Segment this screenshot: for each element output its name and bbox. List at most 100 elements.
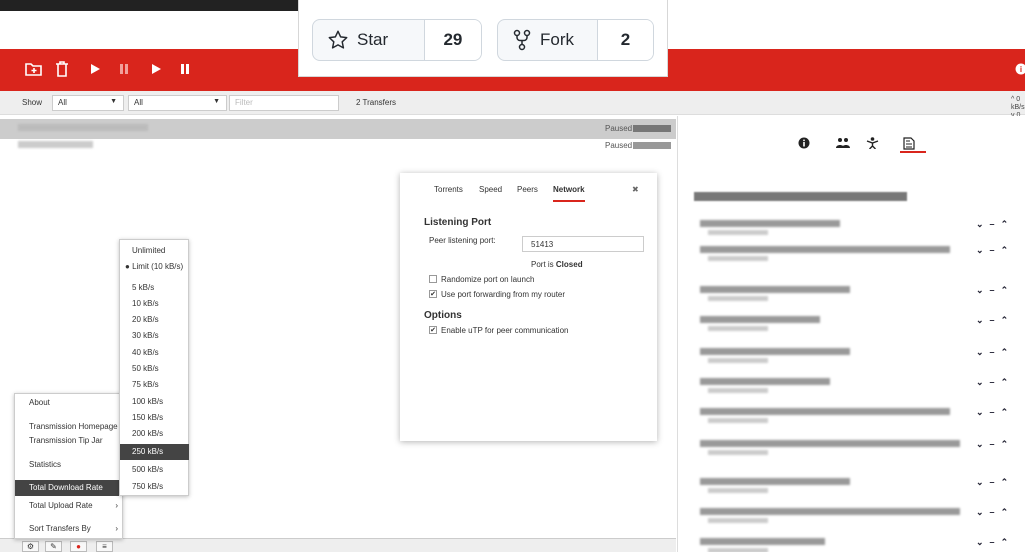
tab-speed[interactable]: Speed [479,185,502,194]
file-row[interactable]: ⌄ – ⌃ [700,439,1020,464]
file-row[interactable]: ⌄ – ⌃ [700,219,1020,244]
chevron-up-icon[interactable]: ⌃ [1001,245,1009,259]
chevron-up-icon[interactable]: ⌃ [1001,439,1009,453]
trackers-tab-icon[interactable] [866,137,879,149]
minus-icon[interactable]: – [990,219,995,233]
tracker-filter-select[interactable]: All ▼ [128,95,227,111]
rate-option[interactable]: 10 kB/s [120,296,189,312]
chevron-down-icon[interactable]: ⌄ [976,315,984,329]
chevron-down-icon[interactable]: ⌄ [976,407,984,421]
rate-option-limit[interactable]: ● Limit (10 kB/s) [120,259,189,275]
fork-count[interactable]: 2 [596,20,653,60]
chevron-down-icon[interactable]: ⌄ [976,285,984,299]
menu-item-total-upload-rate[interactable]: Total Upload Rate › [15,498,123,514]
chevron-up-icon[interactable]: ⌃ [1001,347,1009,361]
rate-option[interactable]: 40 kB/s [120,345,189,361]
menu-item-statistics[interactable]: Statistics [15,457,123,473]
minus-icon[interactable]: – [990,537,995,551]
peers-tab-icon[interactable] [836,137,850,149]
info-icon[interactable]: i [1015,63,1025,75]
rate-option-unlimited[interactable]: Unlimited [120,243,189,259]
close-icon[interactable]: ✖ [632,185,639,194]
minus-icon[interactable]: – [990,439,995,453]
rate-option[interactable]: 75 kB/s [120,377,189,393]
info-tab-icon[interactable] [798,137,810,149]
pause-all-icon[interactable] [180,63,190,75]
rate-option[interactable]: 500 kB/s [120,462,189,478]
tab-torrents[interactable]: Torrents [434,185,463,194]
start-all-icon[interactable] [151,63,162,75]
chevron-down-icon[interactable]: ⌄ [976,347,984,361]
chevron-down-icon[interactable]: ⌄ [976,507,984,521]
minus-icon[interactable]: – [990,245,995,259]
file-row[interactable]: ⌄ – ⌃ [700,245,1020,270]
minus-icon[interactable]: – [990,477,995,491]
chevron-up-icon[interactable]: ⌃ [1001,537,1009,551]
tab-peers[interactable]: Peers [517,185,538,194]
chevron-up-icon[interactable]: ⌃ [1001,507,1009,521]
port-forwarding-checkbox[interactable]: ✔ [429,290,437,298]
chevron-up-icon[interactable]: ⌃ [1001,407,1009,421]
minus-icon[interactable]: – [990,285,995,299]
remove-torrent-icon[interactable] [55,61,69,77]
chevron-down-icon[interactable]: ⌄ [976,245,984,259]
rate-option[interactable]: 200 kB/s [120,426,189,442]
wrench-icon[interactable]: ✎ [45,541,62,552]
rate-option[interactable]: 5 kB/s [120,280,189,296]
files-tab-icon[interactable] [903,137,915,150]
chevron-up-icon[interactable]: ⌃ [1001,285,1009,299]
minus-icon[interactable]: – [990,315,995,329]
chevron-down-icon[interactable]: ⌄ [976,377,984,391]
chevron-down-icon[interactable]: ⌄ [976,477,984,491]
menu-item-sort-transfers[interactable]: Sort Transfers By › [15,521,123,537]
minus-icon[interactable]: – [990,377,995,391]
menu-item-total-download-rate[interactable]: Total Download Rate [15,480,123,496]
minus-icon[interactable]: – [990,507,995,521]
tab-network[interactable]: Network [553,185,585,202]
rate-option[interactable]: 100 kB/s [120,394,189,410]
filter-input[interactable]: Filter [229,95,339,111]
chevron-down-icon[interactable]: ⌄ [976,537,984,551]
star-button[interactable]: Star 29 [312,19,482,61]
star-count[interactable]: 29 [423,20,481,60]
torrent-row[interactable]: Paused [0,136,676,156]
file-row[interactable]: ⌄ – ⌃ [700,315,1022,340]
open-torrent-icon[interactable] [25,61,43,77]
rate-option[interactable]: 150 kB/s [120,410,189,426]
minus-icon[interactable]: – [990,347,995,361]
minus-icon[interactable]: – [990,407,995,421]
chevron-up-icon[interactable]: ⌃ [1001,477,1009,491]
chevron-up-icon[interactable]: ⌃ [1001,377,1009,391]
gear-icon[interactable]: ⚙ [22,541,39,552]
file-row[interactable]: ⌄ – ⌃ [700,285,1020,310]
utp-checkbox[interactable]: ✔ [429,326,437,334]
rate-option[interactable]: 20 kB/s [120,312,189,328]
file-row[interactable]: ⌄ – ⌃ [700,407,1020,432]
chevron-down-icon[interactable]: ⌄ [976,439,984,453]
chevron-up-icon[interactable]: ⌃ [1001,219,1009,233]
status-filter-select[interactable]: All ▼ [52,95,124,111]
file-priority-controls: ⌄ – ⌃ [976,315,1022,329]
file-details-blurred [708,488,768,493]
peer-port-input[interactable]: 51413 [522,236,644,252]
file-row[interactable]: ⌄ – ⌃ [700,347,1020,372]
fork-button[interactable]: Fork 2 [497,19,654,61]
start-icon[interactable] [90,63,101,75]
chevron-down-icon[interactable]: ⌄ [976,219,984,233]
pause-icon[interactable] [119,63,129,75]
turtle-icon[interactable]: ● [70,541,87,552]
randomize-port-checkbox[interactable] [429,275,437,283]
file-row[interactable]: ⌄ – ⌃ [700,507,1020,532]
chevron-up-icon[interactable]: ⌃ [1001,315,1009,329]
file-row[interactable]: ⌄ – ⌃ [700,537,1020,552]
file-row[interactable]: ⌄ – ⌃ [700,377,1020,402]
file-details-blurred [708,296,768,301]
sort-menu-icon[interactable]: ≡ [96,541,113,552]
rate-option-highlighted[interactable]: 250 kB/s [120,444,189,460]
file-row[interactable]: ⌄ – ⌃ [700,477,1020,502]
rate-option[interactable]: 30 kB/s [120,328,189,344]
rate-option[interactable]: 50 kB/s [120,361,189,377]
menu-item-tip-jar[interactable]: Transmission Tip Jar [15,433,123,449]
menu-item-about[interactable]: About [15,395,123,411]
rate-option[interactable]: 750 kB/s [120,479,189,495]
